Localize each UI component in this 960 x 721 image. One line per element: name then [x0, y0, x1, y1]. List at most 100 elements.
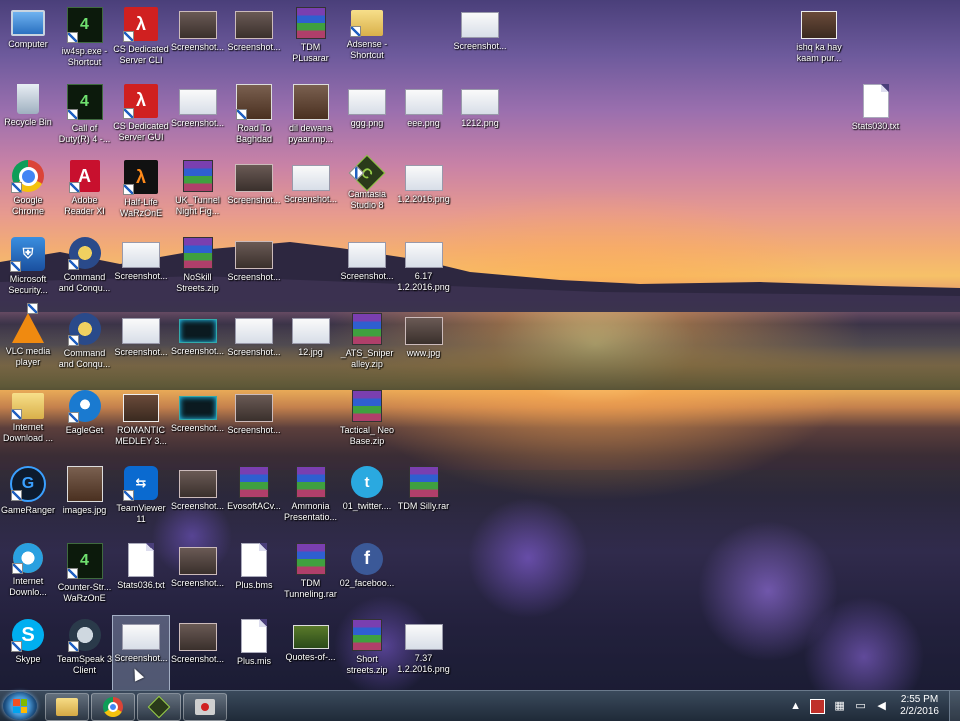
- desktop-icon[interactable]: Screenshot...: [339, 234, 395, 308]
- desktop-icon[interactable]: Adsense - Shortcut: [339, 4, 395, 78]
- desktop-icon[interactable]: t 01_twitter....: [339, 463, 395, 537]
- desktop-icon[interactable]: C Camtasia Studio 8: [339, 154, 395, 231]
- desktop-icon[interactable]: ⛨ Microsoft Security...: [0, 234, 56, 308]
- screenshot-light-icon: [348, 88, 386, 115]
- clock-date: 2/2/2016: [900, 706, 939, 717]
- desktop-icon[interactable]: G GameRanger: [0, 463, 56, 537]
- taskbar-button-recorder[interactable]: [183, 693, 227, 721]
- taskbar-clock[interactable]: 2:55 PM 2/2/2016: [900, 694, 939, 718]
- desktop-icon[interactable]: λ Half-Life WaRzOnE: [113, 157, 169, 231]
- desktop-icon[interactable]: Screenshot...: [113, 234, 169, 308]
- desktop-icon[interactable]: 4 Call of Duty(R) 4 -...: [57, 81, 113, 155]
- taskbar-button-camtasia[interactable]: [137, 693, 181, 721]
- desktop-icon[interactable]: A Adobe Reader XI: [57, 157, 113, 231]
- desktop-icon[interactable]: Screenshot...: [283, 157, 339, 231]
- desktop-icon[interactable]: ishq ka hay kaam pur...: [791, 4, 847, 78]
- desktop-icon[interactable]: Screenshot...: [226, 387, 282, 461]
- desktop-icon[interactable]: EvosoftACv...: [226, 463, 282, 537]
- desktop-icon[interactable]: Screenshot...: [226, 4, 282, 78]
- taskbar-button-explorer[interactable]: [45, 693, 89, 721]
- network-icon[interactable]: ▦: [833, 700, 846, 713]
- desktop-icon[interactable]: TDM PLusarar: [283, 4, 339, 78]
- desktop-icon[interactable]: Screenshot...: [170, 4, 226, 78]
- desktop-icon[interactable]: 4 iw4sp.exe - Shortcut: [57, 4, 113, 78]
- desktop-icon[interactable]: λ CS Dedicated Server CLI: [113, 4, 169, 78]
- desktop-icon[interactable]: Plus.bms: [226, 540, 282, 614]
- folder-icon: [56, 698, 78, 716]
- desktop-icon[interactable]: Command and Conqu...: [57, 310, 113, 384]
- desktop-icon[interactable]: 1212.png: [452, 81, 508, 155]
- rar-icon: [295, 7, 326, 39]
- desktop-icon[interactable]: TDM Silly.rar: [396, 463, 452, 537]
- show-desktop-button[interactable]: [949, 691, 960, 721]
- desktop-icon[interactable]: Screenshot...: [226, 234, 282, 308]
- desktop-icon[interactable]: Road To Baghdad: [226, 81, 282, 155]
- monitor-icon[interactable]: ▭: [854, 700, 867, 713]
- desktop-icon[interactable]: ROMANTIC MEDLEY 3...: [113, 387, 169, 461]
- desktop-icon[interactable]: images.jpg: [57, 463, 113, 537]
- desktop-icon[interactable]: Stats030.txt: [848, 81, 904, 155]
- desktop-icon-label: Screenshot...: [170, 501, 225, 511]
- desktop-icon[interactable]: Command and Conqu...: [57, 234, 113, 308]
- desktop-icon[interactable]: Screenshot...: [226, 310, 282, 384]
- desktop-icon[interactable]: ggg.png: [339, 81, 395, 155]
- desktop-icon[interactable]: Internet Downlo...: [0, 540, 56, 614]
- desktop-icon[interactable]: 1.2.2016.png: [396, 157, 452, 231]
- desktop-icon[interactable]: Screenshot...: [226, 157, 282, 231]
- desktop-icon[interactable]: dil dewana pyaar.mp...: [283, 81, 339, 155]
- desktop-icon[interactable]: TeamSpeak 3 Client: [57, 616, 113, 690]
- desktop-icon[interactable]: Short streets.zip: [339, 616, 395, 690]
- desktop-icon[interactable]: λ CS Dedicated Server GUI: [113, 81, 169, 155]
- desktop-icon[interactable]: Ammonia Presentatio...: [283, 463, 339, 537]
- desktop-icon[interactable]: Screenshot...: [452, 4, 508, 78]
- desktop-icon[interactable]: _ATS_Sniper alley.zip: [339, 310, 395, 384]
- chevron-up-icon[interactable]: ▲: [789, 700, 802, 713]
- desktop-icon[interactable]: Screenshot...: [170, 387, 226, 461]
- desktop-icon-label: VLC media player: [5, 346, 51, 367]
- desktop-icon[interactable]: S Skype: [0, 616, 56, 690]
- desktop-icon[interactable]: NoSkill Streets.zip: [170, 234, 226, 308]
- desktop-icon[interactable]: Screenshot...: [112, 615, 170, 690]
- desktop-icon[interactable]: Screenshot...: [170, 616, 226, 690]
- pdf-icon: A: [68, 160, 100, 193]
- desktop-icon[interactable]: Stats036.txt: [113, 540, 169, 614]
- desktop-icon[interactable]: Tactical_ Neo Base.zip: [339, 387, 395, 461]
- desktop-icon-label: Screenshot...: [340, 270, 394, 281]
- desktop-icon[interactable]: www.jpg: [396, 310, 452, 384]
- desktop-icon[interactable]: f 02_faceboo...: [339, 540, 395, 614]
- desktop-icon[interactable]: TDM Tunneling.rar: [283, 540, 339, 614]
- desktop-icon[interactable]: UK_Tunnel Night Fig...: [170, 157, 226, 231]
- desktop-icon[interactable]: Screenshot...: [113, 310, 169, 384]
- desktop-icon[interactable]: 6.17 1.2.2016.png: [396, 234, 452, 308]
- desktop-icon[interactable]: 12.jpg: [283, 310, 339, 384]
- desktop-icon[interactable]: Computer: [0, 4, 56, 78]
- desktop-icon[interactable]: Quotes-of-...: [283, 616, 339, 690]
- desktop-icon[interactable]: Plus.mis: [226, 616, 282, 690]
- start-button[interactable]: [3, 692, 37, 720]
- desktop-icon[interactable]: VLC media player: [0, 303, 56, 384]
- desktop-icon[interactable]: Screenshot...: [170, 463, 226, 537]
- desktop-icon-label: Screenshot...: [227, 195, 281, 205]
- desktop-icon[interactable]: Screenshot...: [170, 310, 226, 384]
- desktop-icon[interactable]: Google Chrome: [0, 157, 56, 231]
- folder-icon: [11, 392, 44, 420]
- cs-icon: 4: [66, 7, 103, 43]
- desktop-icon[interactable]: eee.png: [396, 81, 452, 155]
- desktop-icon[interactable]: Internet Download ...: [0, 387, 56, 461]
- volume-icon[interactable]: ◀: [875, 700, 888, 713]
- desktop-icon[interactable]: EagleGet: [57, 387, 113, 461]
- flag-icon[interactable]: [810, 698, 826, 714]
- desktop[interactable]: Computer Recycle Bin Google Chrome ⛨ Microso…: [0, 0, 960, 690]
- desktop-icon[interactable]: Recycle Bin: [0, 81, 56, 155]
- desktop-icon[interactable]: ⇆ TeamViewer 11: [113, 463, 169, 537]
- rar-icon: [239, 466, 269, 498]
- desktop-icon[interactable]: Screenshot...: [170, 81, 226, 155]
- desktop-icon-label: Screenshot...: [170, 422, 225, 433]
- desktop-icon[interactable]: Screenshot...: [170, 540, 226, 614]
- desktop-icon-label: Screenshot...: [283, 194, 338, 204]
- desktop-icon[interactable]: 7.37 1.2.2016.png: [396, 616, 452, 690]
- taskbar-button-chrome[interactable]: [91, 693, 135, 721]
- halflife-icon: λ: [123, 83, 158, 119]
- desktop-icon[interactable]: 4 Counter-Str... WaRzOnE: [57, 540, 113, 614]
- desktop-icon-label: Recycle Bin: [4, 116, 52, 127]
